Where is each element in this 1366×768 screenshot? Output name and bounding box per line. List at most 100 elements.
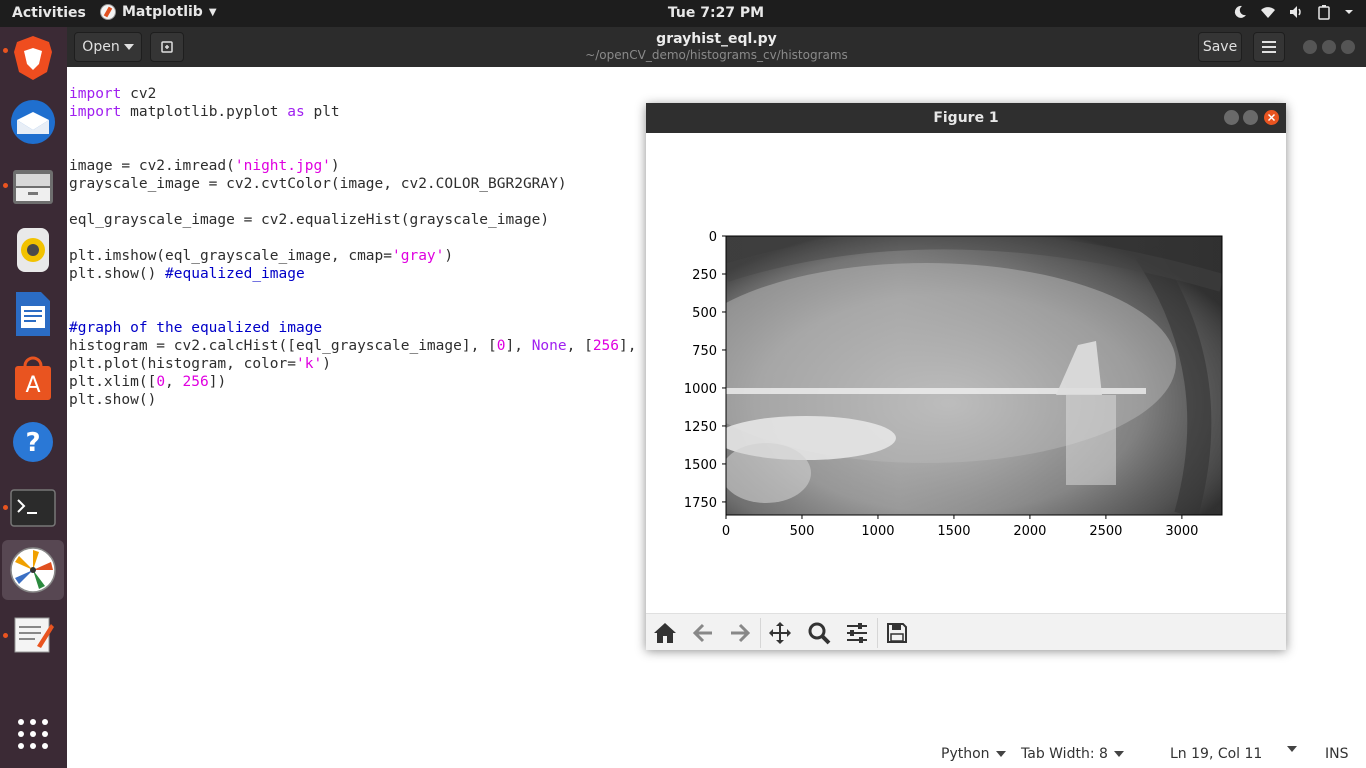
code-token: ) (330, 158, 340, 174)
code-line[interactable]: plt.imshow(eql_grayscale_image, cmap='gr… (69, 248, 453, 266)
code-line[interactable]: histogram = cv2.calcHist([eql_grayscale_… (69, 338, 724, 356)
position-menu-button[interactable] (1287, 746, 1297, 752)
code-token: 'k' (295, 356, 323, 372)
code-token: , [ (566, 338, 593, 354)
files-icon[interactable] (8, 161, 58, 211)
code-line[interactable]: image = cv2.imread('night.jpg') (69, 158, 340, 176)
help-icon[interactable]: ? (8, 417, 58, 467)
back-icon (692, 623, 712, 643)
insert-mode-label: INS (1325, 746, 1349, 762)
insert-mode-indicator: INS (1325, 746, 1349, 762)
y-tick-label: 1250 (684, 420, 717, 435)
code-token: 'gray' (392, 248, 445, 264)
maximize-button[interactable] (1243, 110, 1258, 125)
window-subtitle: ~/openCV_demo/histograms_cv/histograms (585, 48, 848, 62)
y-axis: 0 250 500 750 1000 1250 1500 1750 (684, 230, 726, 511)
figure-title: Figure 1 (933, 110, 999, 126)
chevron-down-icon (1287, 746, 1297, 752)
code-token: 'night.jpg' (234, 158, 331, 174)
maximize-button[interactable] (1322, 40, 1336, 54)
rhythmbox-icon[interactable] (8, 225, 58, 275)
brave-browser-icon[interactable] (8, 33, 58, 83)
code-token: 0 (156, 374, 166, 390)
x-tick-label: 2500 (1089, 524, 1122, 539)
pan-button[interactable] (767, 620, 793, 646)
code-line[interactable]: eql_grayscale_image = cv2.equalizeHist(g… (69, 212, 549, 230)
close-button[interactable] (1341, 40, 1355, 54)
code-token: import (69, 86, 122, 102)
volume-icon (1288, 4, 1304, 20)
code-line[interactable]: plt.plot(histogram, color='k') (69, 356, 331, 374)
text-editor-icon[interactable] (8, 609, 58, 659)
hamburger-menu-button[interactable] (1253, 32, 1285, 62)
toolbar-separator (760, 618, 761, 648)
figure-window: Figure 1 0 500 1000 1500 2000 2500 3000 … (646, 103, 1286, 650)
code-token: 256 (182, 374, 209, 390)
configure-subplots-button[interactable] (844, 620, 870, 646)
forward-icon (731, 623, 751, 643)
configure-icon (847, 623, 867, 643)
y-tick-label: 0 (709, 230, 717, 245)
language-label: Python (941, 746, 990, 762)
plot-canvas[interactable]: 0 500 1000 1500 2000 2500 3000 0 250 500 750 1000 1… (646, 133, 1286, 613)
figure-title-bar[interactable]: Figure 1 (646, 103, 1286, 133)
status-bar: Python Tab Width: 8 Ln 19, Col 11 INS (67, 737, 1366, 768)
x-tick-label: 2000 (1013, 524, 1046, 539)
code-token: import (69, 104, 122, 120)
code-token: None (531, 338, 567, 354)
night-light-icon (1232, 4, 1248, 20)
code-token: plt.show() (69, 266, 166, 282)
code-token: ) (444, 248, 454, 264)
minimize-button[interactable] (1303, 40, 1317, 54)
save-button-label: Save (1202, 39, 1238, 55)
show-applications-icon[interactable] (8, 709, 58, 759)
code-line[interactable]: import matplotlib.pyplot as plt (69, 104, 340, 122)
tab-width-selector[interactable]: Tab Width: 8 (1021, 746, 1124, 762)
language-selector[interactable]: Python (941, 746, 1006, 762)
save-figure-button[interactable] (884, 620, 910, 646)
minimize-button[interactable] (1224, 110, 1239, 125)
code-token: plt.imshow(eql_grayscale_image, cmap= (69, 248, 393, 264)
x-tick-label: 500 (790, 524, 815, 539)
y-tick-label: 500 (692, 306, 717, 321)
code-token: histogram = cv2.calcHist([eql_grayscale_… (69, 338, 497, 354)
battery-icon (1316, 4, 1332, 20)
cursor-position[interactable]: Ln 19, Col 11 (1170, 746, 1262, 762)
code-line[interactable]: grayscale_image = cv2.cvtColor(image, cv… (69, 176, 567, 194)
save-button[interactable]: Save (1198, 32, 1242, 62)
zoom-icon (808, 622, 831, 645)
code-token: , (165, 374, 183, 390)
code-line[interactable]: plt.xlim([0, 256]) (69, 374, 226, 392)
back-button[interactable] (690, 620, 716, 646)
system-tray[interactable] (1232, 4, 1354, 20)
code-token: cv2 (121, 86, 157, 102)
code-token: as (287, 104, 305, 120)
code-line[interactable]: plt.show() (69, 392, 156, 410)
svg-text:A: A (25, 373, 40, 398)
code-token: matplotlib.pyplot (121, 104, 288, 120)
home-icon (654, 623, 676, 643)
code-token: ]) (208, 374, 227, 390)
code-line[interactable]: plt.show() #equalized_image (69, 266, 305, 284)
equalized-image (726, 236, 1222, 515)
y-tick-label: 1750 (684, 496, 717, 511)
close-button[interactable] (1264, 110, 1279, 125)
forward-button[interactable] (727, 620, 753, 646)
code-token: #graph of the equalized image (69, 320, 323, 336)
terminal-icon[interactable] (8, 483, 58, 533)
zoom-button[interactable] (806, 620, 832, 646)
x-tick-label: 1000 (861, 524, 894, 539)
y-tick-label: 750 (692, 344, 717, 359)
home-button[interactable] (652, 620, 678, 646)
chevron-down-icon (1344, 4, 1354, 20)
chevron-down-icon (995, 751, 1006, 757)
thunderbird-icon[interactable] (8, 97, 58, 147)
code-token: plt.plot(histogram, color= (69, 356, 296, 372)
code-line[interactable]: #graph of the equalized image (69, 320, 322, 338)
tab-width-label: Tab Width: 8 (1021, 746, 1108, 762)
code-line[interactable]: import cv2 (69, 86, 156, 104)
matplotlib-icon[interactable] (2, 540, 64, 600)
libreoffice-writer-icon[interactable] (8, 289, 58, 339)
ubuntu-software-icon[interactable]: A (8, 353, 58, 403)
clock[interactable]: Tue 7:27 PM (0, 5, 1366, 21)
